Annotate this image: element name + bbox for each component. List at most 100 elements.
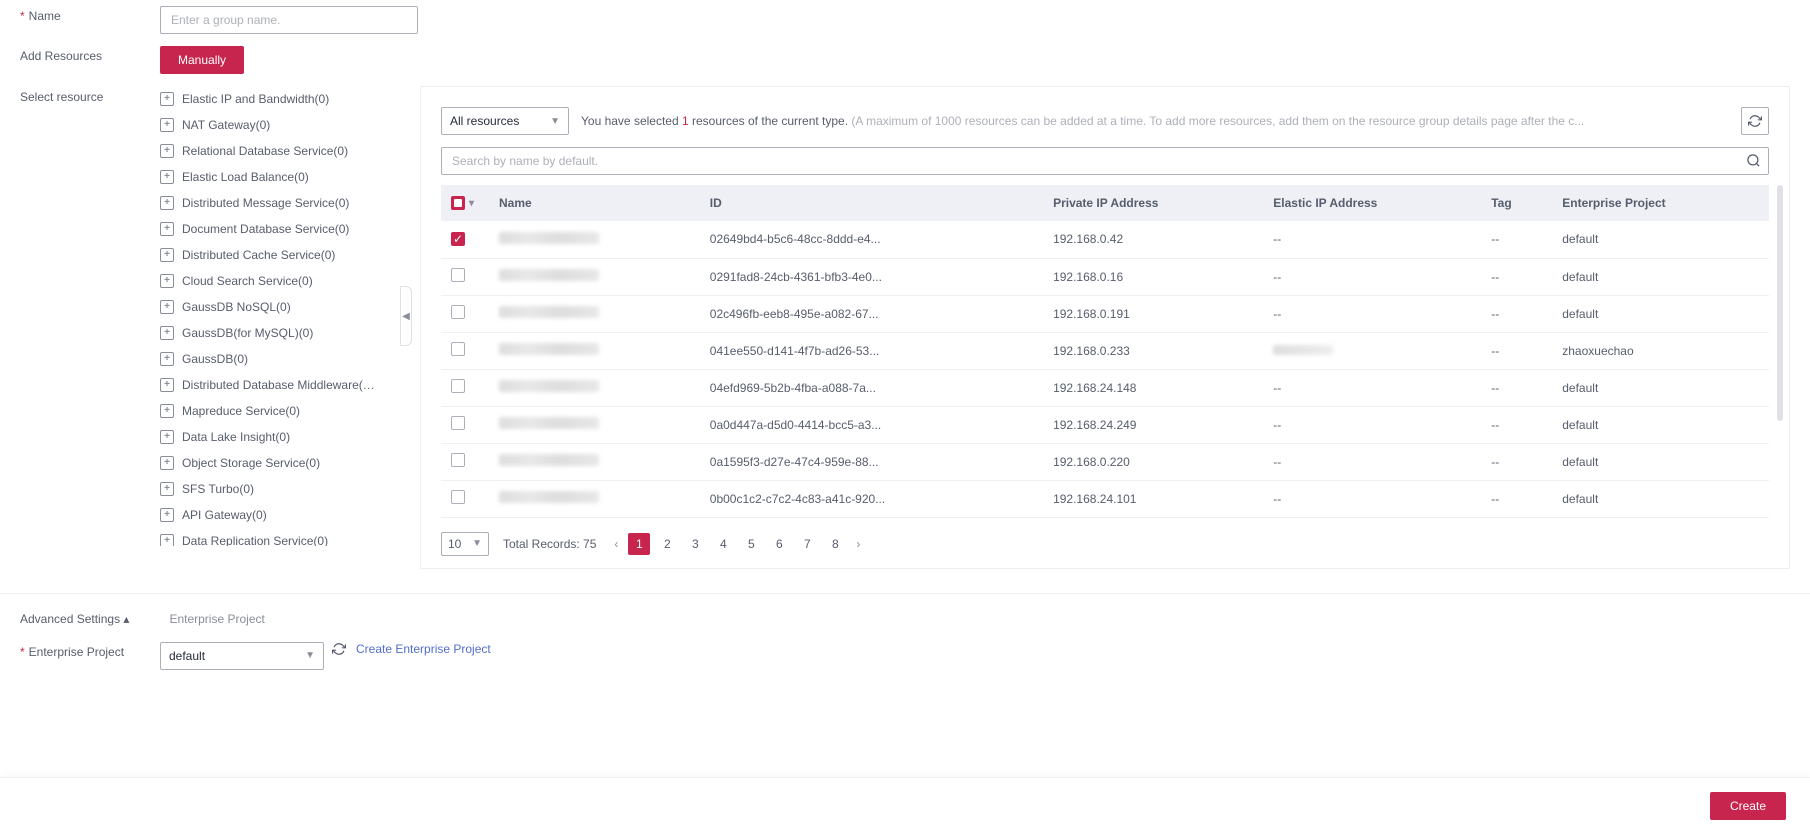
- name-label: Name: [20, 6, 160, 23]
- cell-enterprise: default: [1552, 258, 1769, 295]
- tree-label: API Gateway(0): [182, 508, 267, 522]
- tree-label: GaussDB NoSQL(0): [182, 300, 291, 314]
- tree-item[interactable]: + Distributed Message Service(0): [160, 190, 390, 216]
- row-checkbox[interactable]: [451, 342, 465, 356]
- page-8[interactable]: 8: [824, 533, 846, 555]
- create-ep-link[interactable]: Create Enterprise Project: [356, 642, 491, 656]
- expand-icon[interactable]: +: [160, 274, 174, 288]
- cell-tag: --: [1481, 443, 1552, 480]
- resource-name-redacted: [499, 232, 599, 244]
- tree-label: GaussDB(for MySQL)(0): [182, 326, 313, 340]
- page-1[interactable]: 1: [628, 533, 650, 555]
- tree-item[interactable]: + GaussDB NoSQL(0): [160, 294, 390, 320]
- expand-icon[interactable]: +: [160, 326, 174, 340]
- cell-private-ip: 192.168.0.191: [1043, 295, 1263, 332]
- row-checkbox[interactable]: [451, 416, 465, 430]
- table-row: 0291fad8-24cb-4361-bfb3-4e0...192.168.0.…: [441, 258, 1769, 295]
- create-button[interactable]: Create: [1710, 792, 1786, 820]
- tree-item[interactable]: +SFS Turbo(0): [160, 476, 390, 502]
- total-records: Total Records: 75: [503, 537, 596, 551]
- row-checkbox[interactable]: ✓: [451, 232, 465, 246]
- refresh-button[interactable]: [1741, 107, 1769, 135]
- tree-item[interactable]: +Distributed Database Middleware(ne...: [160, 372, 390, 398]
- tree-item[interactable]: +Distributed Cache Service(0): [160, 242, 390, 268]
- tree-item[interactable]: +Mapreduce Service(0): [160, 398, 390, 424]
- tree-item[interactable]: +Elastic Load Balance(0): [160, 164, 390, 190]
- expand-icon[interactable]: +: [160, 118, 174, 132]
- expand-icon[interactable]: +: [160, 352, 174, 366]
- cell-id: 0b00c1c2-c7c2-4c83-a41c-920...: [700, 480, 1043, 517]
- tree-item[interactable]: +Data Lake Insight(0): [160, 424, 390, 450]
- cell-id: 041ee550-d141-4f7b-ad26-53...: [700, 332, 1043, 369]
- tree-item[interactable]: + API Gateway(0): [160, 502, 390, 528]
- group-name-input[interactable]: [160, 6, 418, 34]
- cell-enterprise: default: [1552, 221, 1769, 258]
- cell-id: 0a0d447a-d5d0-4414-bcc5-a3...: [700, 406, 1043, 443]
- tree-item[interactable]: + GaussDB(for MySQL)(0): [160, 320, 390, 346]
- expand-icon[interactable]: +: [160, 196, 174, 210]
- tree-label: Relational Database Service(0): [182, 144, 348, 158]
- chevron-down-icon[interactable]: ▾: [469, 198, 474, 209]
- resource-name-redacted: [499, 380, 599, 392]
- tree-item[interactable]: +NAT Gateway(0): [160, 112, 390, 138]
- expand-icon[interactable]: +: [160, 534, 174, 546]
- cell-tag: --: [1481, 480, 1552, 517]
- table-scrollbar[interactable]: [1777, 185, 1783, 421]
- resource-name-redacted: [499, 306, 599, 318]
- page-5[interactable]: 5: [740, 533, 762, 555]
- next-page[interactable]: ›: [852, 537, 864, 551]
- enterprise-project-label: Enterprise Project: [20, 642, 160, 659]
- search-input[interactable]: [441, 147, 1769, 175]
- manually-button[interactable]: Manually: [160, 46, 244, 74]
- expand-icon[interactable]: +: [160, 248, 174, 262]
- tree-label: Cloud Search Service(0): [182, 274, 313, 288]
- collapse-handle[interactable]: ◀: [400, 286, 412, 346]
- refresh-icon: [332, 642, 346, 656]
- cell-elastic-ip: [1263, 332, 1481, 369]
- refresh-icon: [1748, 114, 1762, 128]
- advanced-settings-toggle[interactable]: Advanced Settings ▴: [20, 612, 129, 626]
- refresh-ep-button[interactable]: [332, 642, 346, 656]
- row-checkbox[interactable]: [451, 490, 465, 504]
- expand-icon[interactable]: +: [160, 404, 174, 418]
- tree-item[interactable]: +Object Storage Service(0): [160, 450, 390, 476]
- row-checkbox[interactable]: [451, 453, 465, 467]
- resource-type-select[interactable]: All resources ▼: [441, 107, 569, 135]
- expand-icon[interactable]: +: [160, 378, 174, 392]
- expand-icon[interactable]: +: [160, 482, 174, 496]
- expand-icon[interactable]: +: [160, 144, 174, 158]
- tree-item[interactable]: + Relational Database Service(0): [160, 138, 390, 164]
- row-checkbox[interactable]: [451, 305, 465, 319]
- page-2[interactable]: 2: [656, 533, 678, 555]
- row-checkbox[interactable]: [451, 379, 465, 393]
- tree-item[interactable]: + Cloud Search Service(0): [160, 268, 390, 294]
- expand-icon[interactable]: +: [160, 300, 174, 314]
- expand-icon[interactable]: +: [160, 430, 174, 444]
- tree-label: Data Replication Service(0): [182, 534, 328, 546]
- page-4[interactable]: 4: [712, 533, 734, 555]
- select-all-checkbox[interactable]: [451, 196, 465, 210]
- chevron-left-icon: ◀: [402, 311, 410, 322]
- cell-elastic-ip: --: [1263, 369, 1481, 406]
- page-7[interactable]: 7: [796, 533, 818, 555]
- tree-item[interactable]: +Elastic IP and Bandwidth(0): [160, 86, 390, 112]
- add-resources-label: Add Resources: [20, 46, 160, 63]
- row-checkbox[interactable]: [451, 268, 465, 282]
- expand-icon[interactable]: +: [160, 222, 174, 236]
- tree-item[interactable]: +GaussDB(0): [160, 346, 390, 372]
- tree-label: Distributed Message Service(0): [182, 196, 349, 210]
- prev-page[interactable]: ‹: [610, 537, 622, 551]
- page-size-select[interactable]: 10 ▼: [441, 532, 489, 556]
- page-3[interactable]: 3: [684, 533, 706, 555]
- expand-icon[interactable]: +: [160, 170, 174, 184]
- page-6[interactable]: 6: [768, 533, 790, 555]
- expand-icon[interactable]: +: [160, 92, 174, 106]
- expand-icon[interactable]: +: [160, 456, 174, 470]
- expand-icon[interactable]: +: [160, 508, 174, 522]
- tree-item[interactable]: + Data Replication Service(0): [160, 528, 390, 546]
- cell-id: 0291fad8-24cb-4361-bfb3-4e0...: [700, 258, 1043, 295]
- select-resource-label: Select resource: [20, 86, 160, 104]
- cell-tag: --: [1481, 258, 1552, 295]
- enterprise-project-select[interactable]: default ▼: [160, 642, 324, 670]
- tree-item[interactable]: +Document Database Service(0): [160, 216, 390, 242]
